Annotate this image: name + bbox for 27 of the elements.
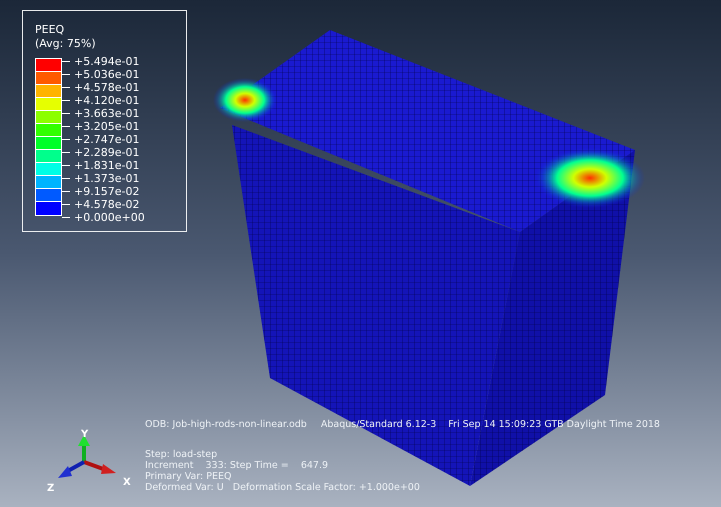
x-axis-arrow-icon: [83, 460, 116, 474]
z-axis-label: Z: [47, 482, 54, 496]
y-axis-arrow-icon: [78, 435, 90, 462]
date-label: Fri Sep 14 15:09:23 GTB Daylight Time 2018: [448, 418, 660, 432]
z-axis-arrow-icon: [58, 460, 85, 478]
info-line: Deformed Var: U Deformation Scale Factor: +1.000e+00: [145, 482, 420, 493]
legend-value: +1.831e-01: [74, 159, 140, 172]
y-axis-label: Y: [81, 428, 88, 442]
legend-title: PEEQ: [35, 23, 64, 37]
legend-value: +5.036e-01: [74, 68, 140, 81]
legend-subtitle: (Avg: 75%): [35, 37, 96, 51]
odb-file-label: ODB: Job-high-rods-non-linear.odb: [145, 418, 307, 432]
legend-value: +0.000e+00: [74, 211, 145, 224]
legend-value: +4.578e-02: [74, 198, 140, 211]
legend-value: +2.289e-01: [74, 146, 140, 159]
legend-value: +3.663e-01: [74, 107, 140, 120]
info-line: Step: load-step: [145, 449, 218, 460]
legend-value: +9.157e-02: [74, 185, 140, 198]
legend-value: +2.747e-01: [74, 133, 140, 146]
x-axis-label: X: [123, 476, 131, 490]
legend-value: +4.120e-01: [74, 94, 140, 107]
info-line: Primary Var: PEEQ: [145, 471, 232, 482]
info-line: Increment 333: Step Time = 647.9: [145, 460, 328, 471]
legend-value: +1.373e-01: [74, 172, 140, 185]
legend-value: +4.578e-01: [74, 81, 140, 94]
legend-value: +5.494e-01: [74, 55, 140, 68]
legend-value: +3.205e-01: [74, 120, 140, 133]
